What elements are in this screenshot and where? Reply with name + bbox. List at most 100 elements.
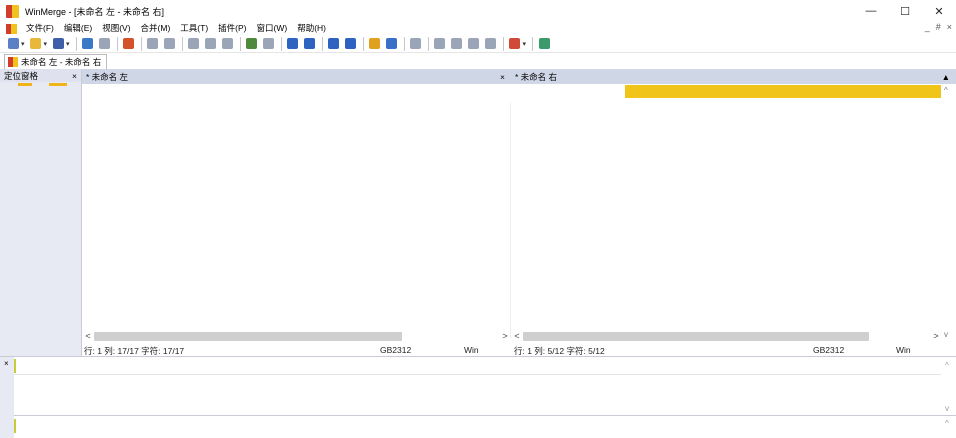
diff-detail-splitter[interactable] bbox=[14, 415, 956, 416]
toolbar-separator bbox=[280, 36, 282, 51]
move-left-button[interactable] bbox=[303, 37, 317, 51]
right-pane-title: * 未命名 右 bbox=[515, 71, 558, 82]
save-button[interactable] bbox=[51, 37, 65, 51]
scroll-down-icon[interactable]: v bbox=[944, 330, 948, 339]
redo-icon bbox=[99, 38, 111, 49]
prev-diff-icon bbox=[147, 38, 159, 49]
next-conflict-icon bbox=[451, 38, 463, 49]
mdi-close-button[interactable]: × bbox=[947, 22, 952, 32]
close-button[interactable]: ✕ bbox=[922, 0, 956, 22]
next-file-icon bbox=[485, 38, 497, 49]
document-icon[interactable] bbox=[6, 23, 17, 34]
next-conflict-button[interactable] bbox=[450, 37, 464, 51]
prev-file-button[interactable] bbox=[467, 37, 481, 51]
copy-left-icon bbox=[263, 38, 275, 49]
menu-view[interactable]: 视图(V) bbox=[97, 22, 135, 35]
diff-detail-top-scrollbar[interactable]: ^ v bbox=[942, 357, 956, 415]
left-scroll-thumb[interactable] bbox=[94, 331, 402, 341]
diff-detail-pane[interactable]: × ^ v ^ bbox=[0, 356, 956, 438]
merge-icon bbox=[369, 38, 381, 49]
new-document-button[interactable] bbox=[6, 37, 20, 51]
right-pane-scroll-marker[interactable]: ▲ bbox=[942, 72, 950, 82]
undo-button[interactable] bbox=[81, 37, 95, 51]
scroll-down-icon[interactable]: v bbox=[945, 404, 949, 413]
merge-all-icon bbox=[386, 38, 398, 49]
next-diff-button[interactable] bbox=[163, 37, 177, 51]
document-tab[interactable]: 未命名 左 - 未命名 右 bbox=[4, 54, 108, 69]
scroll-up-icon[interactable]: ^ bbox=[945, 419, 949, 428]
last-diff-button[interactable] bbox=[204, 37, 218, 51]
menu-edit[interactable]: 编辑(E) bbox=[59, 22, 97, 35]
menu-tools[interactable]: 工具(T) bbox=[175, 22, 213, 35]
toolbar-separator bbox=[116, 36, 118, 51]
right-file-pane[interactable]: * 未命名 右 ▲ ^ v bbox=[511, 69, 956, 343]
menu-merge[interactable]: 合并(M) bbox=[136, 22, 176, 35]
right-pane-header: * 未命名 右 ▲ bbox=[511, 69, 956, 84]
scroll-left-icon[interactable]: < bbox=[511, 331, 523, 341]
left-scroll-track[interactable] bbox=[94, 331, 499, 341]
sync-button[interactable] bbox=[537, 37, 551, 51]
chevron-down-icon[interactable]: ▾ bbox=[523, 40, 527, 48]
toolbar-separator bbox=[140, 36, 142, 51]
prev-conflict-icon bbox=[434, 38, 446, 49]
prev-file-icon bbox=[468, 38, 480, 49]
options-button[interactable] bbox=[508, 37, 522, 51]
toolbar-separator bbox=[427, 36, 429, 51]
right-horizontal-scrollbar[interactable]: < > bbox=[511, 329, 942, 343]
copy-all-right-button[interactable] bbox=[327, 37, 341, 51]
menu-plugins[interactable]: 插件(P) bbox=[213, 22, 251, 35]
chevron-down-icon[interactable]: ▾ bbox=[66, 40, 70, 48]
diff-detail-cursor-bottom bbox=[14, 419, 16, 433]
left-file-pane[interactable]: * 未命名 左 × bbox=[82, 69, 515, 343]
copy-right-button[interactable] bbox=[245, 37, 259, 51]
diff-detail-bottom-scrollbar[interactable]: ^ bbox=[942, 415, 956, 438]
toolbar: ▾ ▾ ▾ ▾ bbox=[0, 35, 956, 53]
last-diff-icon bbox=[205, 38, 217, 49]
minimize-button[interactable]: — bbox=[854, 0, 888, 22]
scroll-up-icon[interactable]: ^ bbox=[944, 86, 948, 95]
copy-all-left-button[interactable] bbox=[344, 37, 358, 51]
left-eol: Win bbox=[464, 345, 479, 355]
location-pane-title: 定位窗格 bbox=[4, 70, 39, 81]
title-bar: WinMerge - [未命名 左 - 未命名 右] — ☐ ✕ bbox=[0, 0, 956, 22]
chevron-down-icon[interactable]: ▾ bbox=[21, 40, 25, 48]
window-controls: — ☐ ✕ bbox=[854, 0, 956, 22]
prev-conflict-button[interactable] bbox=[433, 37, 447, 51]
scroll-right-icon[interactable]: > bbox=[499, 331, 511, 341]
diff-detail-close-button[interactable]: × bbox=[4, 359, 9, 368]
menu-window[interactable]: 窗口(W) bbox=[252, 22, 293, 35]
right-scroll-track[interactable] bbox=[523, 331, 930, 341]
menu-help[interactable]: 帮助(H) bbox=[292, 22, 331, 35]
merge-all-button[interactable] bbox=[385, 37, 399, 51]
maximize-button[interactable]: ☐ bbox=[888, 0, 922, 22]
mdi-minimize-button[interactable]: _ bbox=[925, 22, 930, 32]
refresh-button[interactable] bbox=[122, 37, 136, 51]
first-diff-button[interactable] bbox=[187, 37, 201, 51]
prev-diff-button[interactable] bbox=[146, 37, 160, 51]
move-right-icon bbox=[287, 38, 299, 49]
move-right-button[interactable] bbox=[286, 37, 300, 51]
mdi-restore-button[interactable]: # bbox=[936, 22, 941, 32]
chevron-down-icon[interactable]: ▾ bbox=[44, 40, 48, 48]
left-horizontal-scrollbar[interactable]: < > bbox=[82, 329, 511, 343]
open-folder-button[interactable] bbox=[29, 37, 43, 51]
scroll-up-icon[interactable]: ^ bbox=[945, 361, 949, 370]
move-left-icon bbox=[304, 38, 316, 49]
merge-button[interactable] bbox=[368, 37, 382, 51]
location-pane[interactable]: 定位窗格 × bbox=[0, 69, 82, 356]
scroll-left-icon[interactable]: < bbox=[82, 331, 94, 341]
first-diff-icon bbox=[188, 38, 200, 49]
left-pane-close-button[interactable]: × bbox=[500, 72, 505, 82]
location-pane-close-button[interactable]: × bbox=[72, 71, 77, 81]
toolbar-separator bbox=[321, 36, 323, 51]
right-scroll-thumb[interactable] bbox=[523, 331, 869, 341]
redo-button[interactable] bbox=[98, 37, 112, 51]
menu-file[interactable]: 文件(F) bbox=[21, 22, 59, 35]
scroll-right-icon[interactable]: > bbox=[930, 331, 942, 341]
copy-all-right-icon bbox=[328, 38, 340, 49]
right-pane-vertical-scrollbar[interactable]: ^ v bbox=[942, 84, 956, 343]
next-file-button[interactable] bbox=[484, 37, 498, 51]
copy-left-button[interactable] bbox=[262, 37, 276, 51]
compare-button[interactable] bbox=[409, 37, 423, 51]
current-diff-button[interactable] bbox=[221, 37, 235, 51]
